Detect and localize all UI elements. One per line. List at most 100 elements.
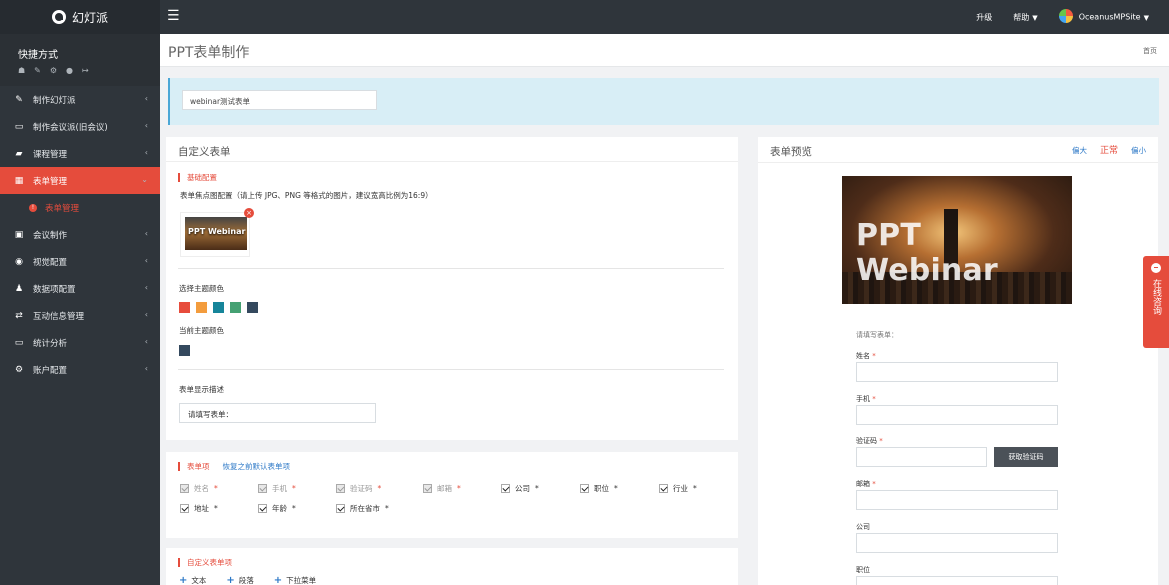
size-normal-button[interactable]: 正常 — [1100, 143, 1118, 156]
form-item-industry[interactable]: 行业 * — [659, 483, 697, 494]
add-paragraph-button[interactable]: + 段落 — [226, 575, 253, 585]
chevron-left-icon: ‹ — [144, 229, 148, 238]
close-icon[interactable]: × — [244, 208, 254, 218]
sidebar-item-statistics[interactable]: ▭ 统计分析 ‹ — [0, 329, 160, 356]
required-star: * — [870, 395, 876, 403]
field-label: 姓名 — [856, 352, 870, 360]
home-icon[interactable]: ☗ — [18, 66, 25, 75]
online-consult-button[interactable]: 在线咨询 — [1143, 256, 1169, 348]
edit-icon[interactable]: ✎ — [34, 66, 41, 75]
theme-color-swatches — [179, 302, 258, 313]
theme-color-navy[interactable] — [247, 302, 258, 313]
theme-color-green[interactable] — [230, 302, 241, 313]
chat-bubble-icon — [1151, 263, 1161, 273]
book-icon: ▰ — [15, 148, 23, 159]
shortcut-icons: ☗ ✎ ⚙ ● ↦ — [18, 66, 142, 75]
form-item-age[interactable]: 年龄 * — [258, 503, 296, 514]
size-small-button[interactable]: 偏小 — [1131, 145, 1146, 156]
chevron-left-icon: ‹ — [144, 364, 148, 373]
logo-text: 幻灯派 — [71, 10, 108, 25]
form-item-address[interactable]: 地址 * — [180, 503, 218, 514]
breadcrumb-home[interactable]: 首页 — [1143, 46, 1157, 56]
size-large-button[interactable]: 偏大 — [1072, 145, 1087, 156]
sidebar-item-form-management[interactable]: ▦ 表单管理 ⌄ — [0, 167, 160, 194]
preview-position-input[interactable] — [856, 576, 1058, 585]
caret-down-icon: ▼ — [1143, 13, 1149, 22]
add-text-button[interactable]: + 文本 — [179, 575, 206, 585]
required-star: * — [877, 437, 883, 445]
pencil-square-icon: ✎ — [15, 94, 23, 105]
preview-phone-input[interactable] — [856, 405, 1058, 425]
checkbox-icon — [659, 484, 668, 493]
preview-title: 表单预览 — [770, 146, 812, 158]
required-star: * — [292, 484, 296, 493]
sidebar-item-visual-config[interactable]: ◉ 视觉配置 ‹ — [0, 248, 160, 275]
preview-verify-code-input[interactable] — [856, 447, 987, 467]
form-name-input[interactable]: webinar测试表单 — [182, 90, 377, 110]
logout-icon[interactable]: ↦ — [82, 66, 89, 75]
preview-name-input[interactable] — [856, 362, 1058, 382]
menu-toggle-icon[interactable]: ☰ — [167, 9, 180, 23]
sidebar-item-data-config[interactable]: ♟ 数据项配置 ‹ — [0, 275, 160, 302]
sidebar-item-label: 数据项配置 — [33, 284, 76, 295]
form-item-name[interactable]: 姓名 * — [180, 483, 218, 494]
theme-color-orange[interactable] — [196, 302, 207, 313]
help-label: 帮助 — [1013, 12, 1030, 22]
exchange-icon: ⇄ — [15, 310, 23, 321]
gear-icon[interactable]: ⚙ — [50, 66, 57, 75]
desktop-icon: ▭ — [14, 337, 24, 348]
checkbox-label: 邮箱 — [437, 484, 452, 493]
add-dropdown-label: 下拉菜单 — [286, 576, 317, 585]
preview-label-phone: 手机 * — [856, 394, 876, 404]
required-star: * — [693, 484, 697, 493]
edit-square-icon: ▣ — [14, 229, 24, 240]
add-paragraph-label: 段落 — [238, 576, 254, 585]
form-item-verify-code[interactable]: 验证码 * — [336, 483, 381, 494]
form-item-province-city[interactable]: 所在省市 * — [336, 503, 389, 514]
shortcuts-title: 快捷方式 — [18, 50, 58, 61]
chevron-left-icon: ‹ — [144, 337, 148, 346]
focus-image-thumbnail[interactable]: PPT Webinar × — [180, 208, 254, 257]
help-menu[interactable]: 帮助 ▼ — [1013, 12, 1037, 23]
display-description-input[interactable]: 请填写表单： — [179, 403, 376, 423]
form-items-title: 表单项 — [178, 461, 210, 472]
theme-color-teal[interactable] — [213, 302, 224, 313]
upgrade-link[interactable]: 升级 — [976, 12, 992, 23]
checkbox-icon — [180, 504, 189, 513]
monitor-icon: ▭ — [14, 121, 24, 132]
sidebar-item-course-management[interactable]: ▰ 课程管理 ‹ — [0, 140, 160, 167]
chat-icon[interactable]: ● — [66, 66, 73, 75]
get-verification-code-button[interactable]: 获取验证码 — [994, 447, 1058, 467]
app-logo[interactable]: 幻灯派 — [0, 0, 160, 34]
sidebar-item-label: 统计分析 — [33, 338, 68, 349]
sidebar-item-meeting-production[interactable]: ▣ 会议制作 ‹ — [0, 221, 160, 248]
page-header: PPT表单制作 首页 — [160, 34, 1169, 67]
plus-icon: + — [179, 575, 188, 585]
checkbox-label: 职位 — [594, 484, 609, 493]
preview-email-input[interactable] — [856, 490, 1058, 510]
form-item-email[interactable]: 邮箱 * — [423, 483, 461, 494]
form-item-company[interactable]: 公司 * — [501, 483, 539, 494]
sidebar-subitem-form-management[interactable]: ! 表单管理 — [0, 194, 160, 221]
form-item-phone[interactable]: 手机 * — [258, 483, 296, 494]
add-dropdown-button[interactable]: + 下拉菜单 — [274, 575, 316, 585]
sidebar-item-interaction-management[interactable]: ⇄ 互动信息管理 ‹ — [0, 302, 160, 329]
field-label: 邮箱 — [856, 480, 870, 488]
required-star: * — [292, 504, 296, 513]
user-menu[interactable]: OceanusMPSite ▼ — [1058, 9, 1149, 24]
restore-default-link[interactable]: 恢复之前默认表单项 — [223, 461, 291, 472]
caret-down-icon: ▼ — [1032, 13, 1038, 22]
form-name-panel: webinar测试表单 — [168, 78, 1159, 125]
sidebar: 幻灯派 快捷方式 ☗ ✎ ⚙ ● ↦ ✎ 制作幻灯派 ‹ ▭ 制作会议派(旧会议) ‹ … — [0, 0, 160, 585]
page-title: PPT表单制作 — [168, 45, 250, 61]
field-label: 验证码 — [856, 437, 877, 445]
theme-color-red[interactable] — [179, 302, 190, 313]
checkbox-label: 行业 — [673, 484, 688, 493]
sidebar-item-account-config[interactable]: ⚙ 账户配置 ‹ — [0, 356, 160, 383]
sidebar-item-make-meeting-old[interactable]: ▭ 制作会议派(旧会议) ‹ — [0, 113, 160, 140]
form-item-position[interactable]: 职位 * — [580, 483, 618, 494]
sidebar-item-make-slides[interactable]: ✎ 制作幻灯派 ‹ — [0, 86, 160, 113]
theme-color-label: 选择主题颜色 — [179, 284, 224, 293]
preview-company-input[interactable] — [856, 533, 1058, 553]
image-hint: 表单焦点图配置（请上传 JPG、PNG 等格式的图片，建议宽高比例为16:9） — [180, 191, 433, 200]
